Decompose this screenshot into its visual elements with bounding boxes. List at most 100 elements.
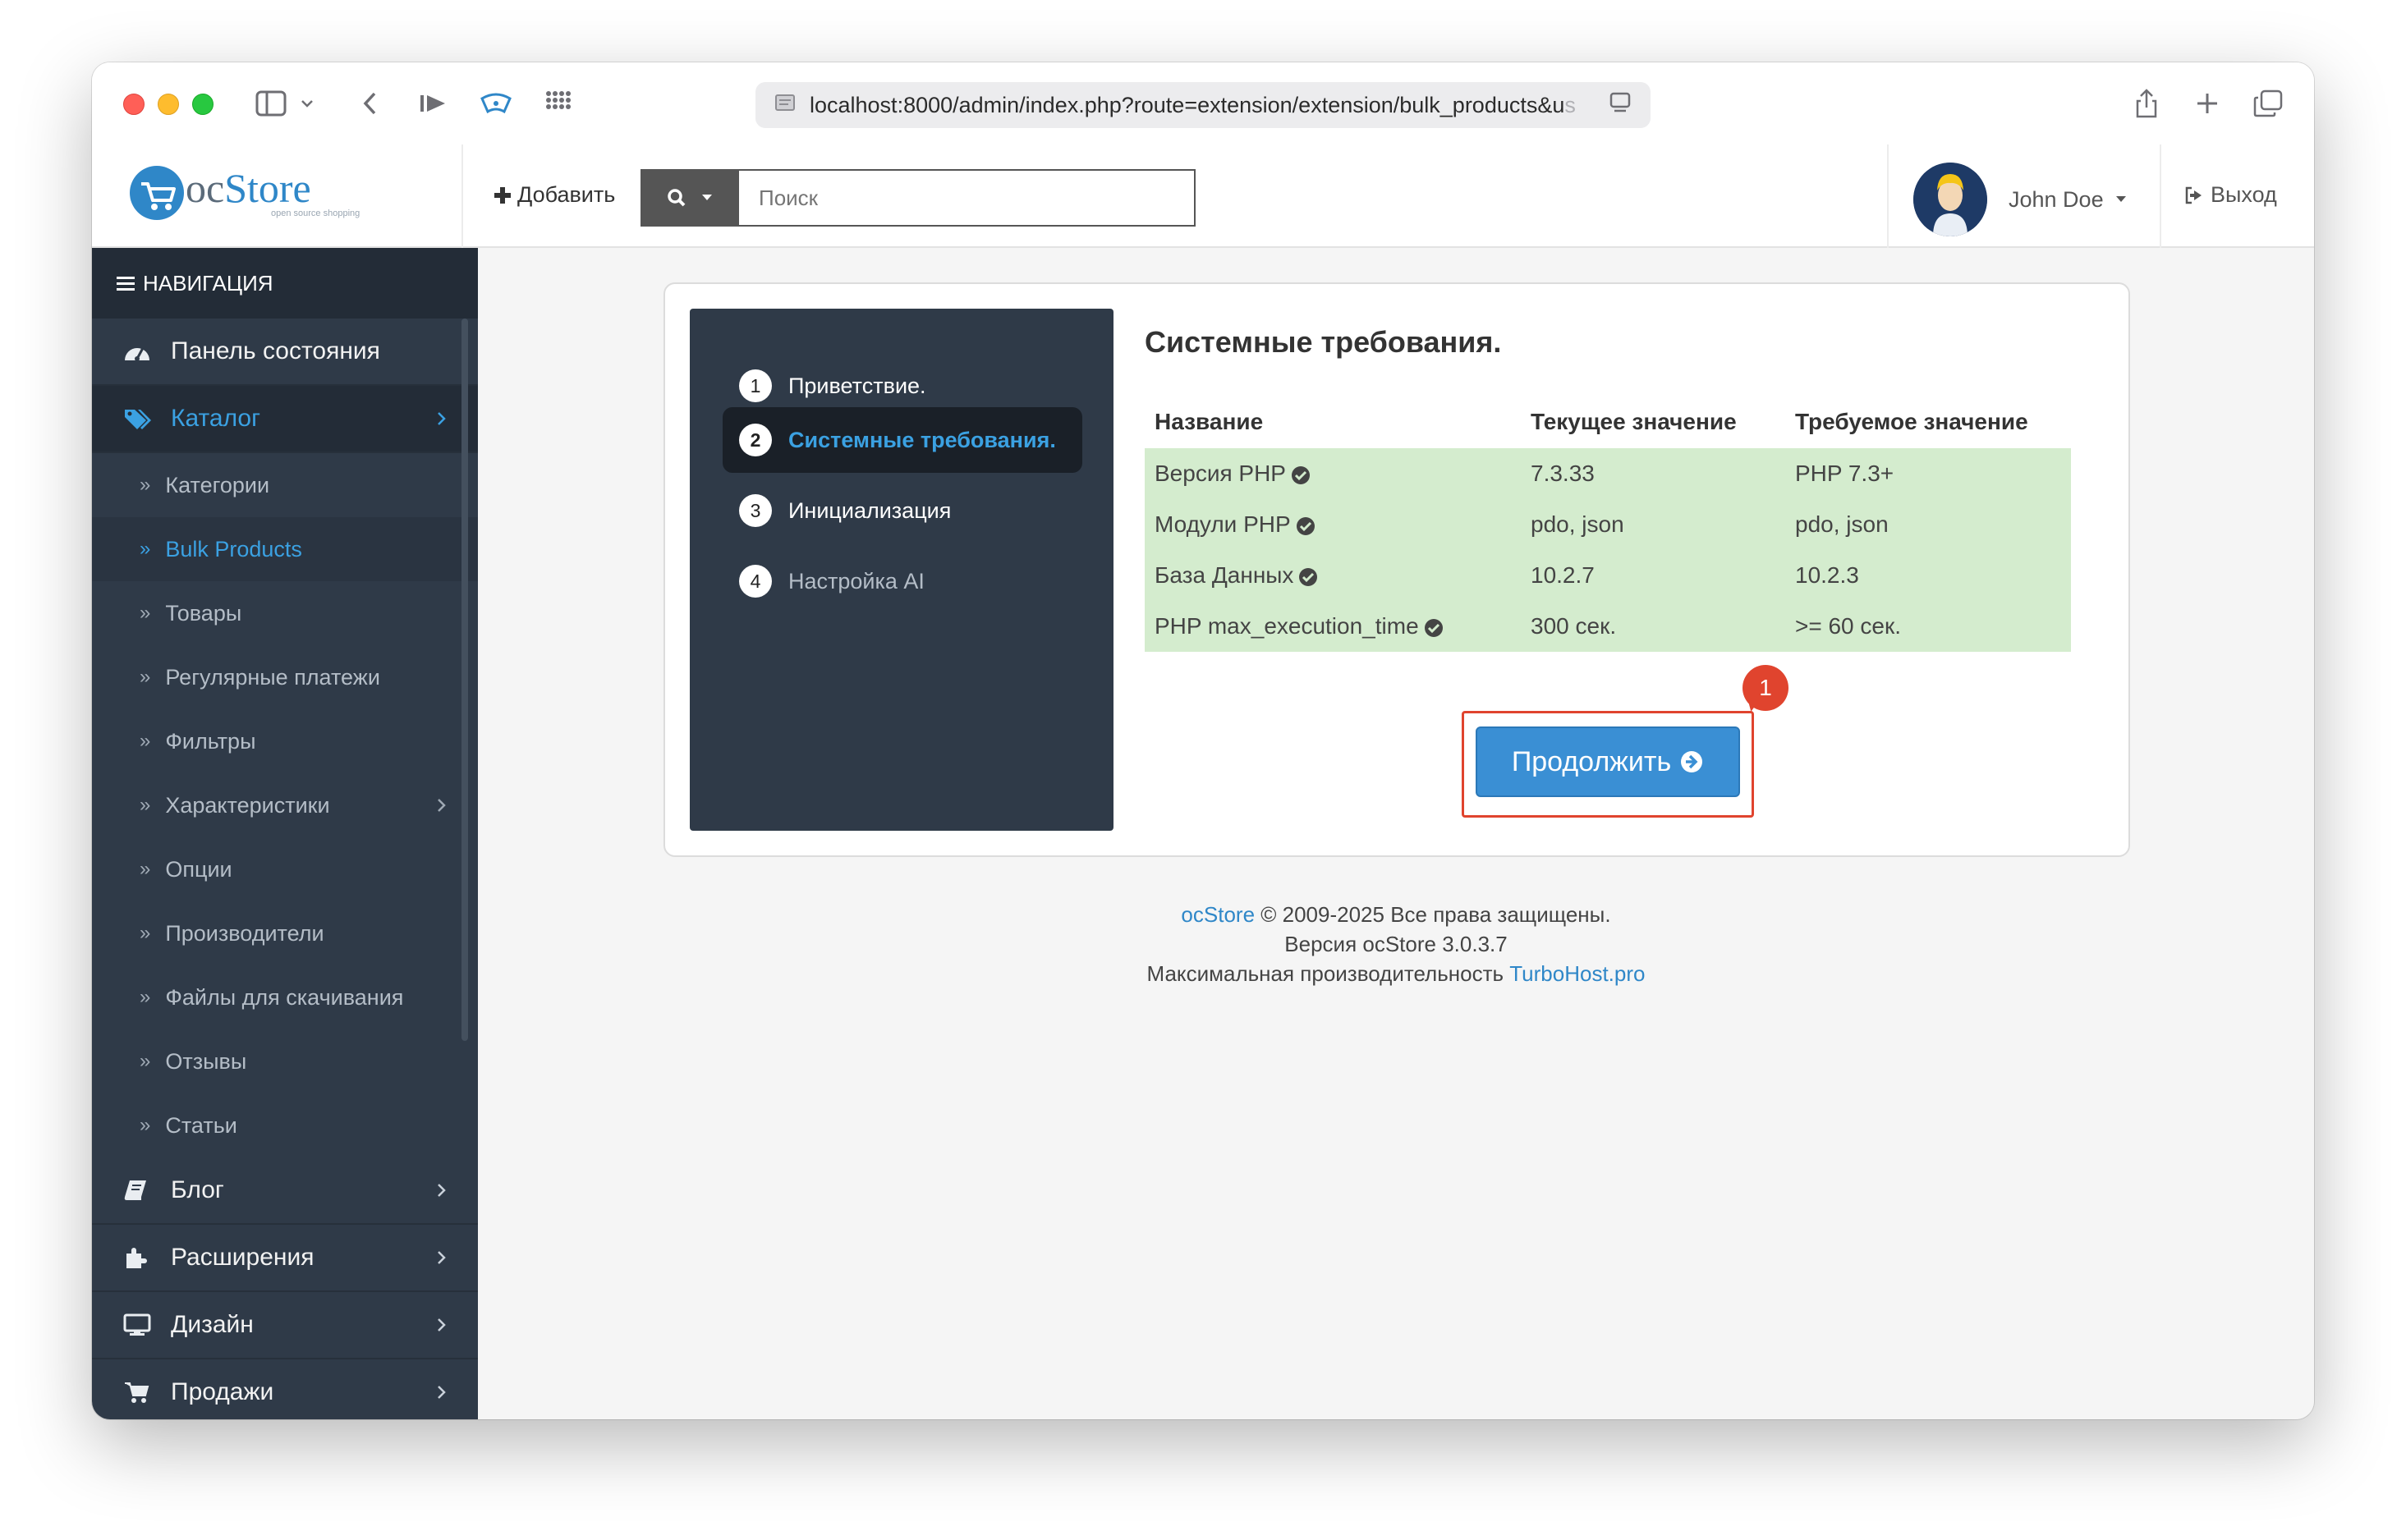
current-value: 10.2.7: [1521, 550, 1785, 601]
sidebar-subitem-label: Товары: [165, 600, 242, 626]
minimize-window-button[interactable]: [158, 94, 179, 115]
forward-step-icon[interactable]: [417, 87, 450, 120]
search-group: [641, 169, 1196, 227]
search-type-button[interactable]: [641, 169, 739, 227]
chevron-down-icon[interactable]: [297, 87, 317, 120]
angle-double-right-icon: »: [140, 858, 151, 880]
step-number: 2: [739, 424, 772, 456]
step-number: 4: [739, 565, 772, 598]
user-menu[interactable]: John Doe: [1913, 163, 2127, 236]
puzzle-icon: [123, 1245, 159, 1270]
sidebar-scrollbar[interactable]: [461, 319, 468, 1041]
step-system-requirements[interactable]: 2 Системные требования.: [723, 407, 1082, 473]
current-value: pdo, json: [1521, 499, 1785, 550]
sidebar-subitem-manufacturers[interactable]: » Производители: [92, 901, 478, 965]
sidebar-toggle-icon[interactable]: [253, 87, 289, 120]
sidebar-subitem-products[interactable]: » Товары: [92, 581, 478, 645]
requirement-name: Версия PHP: [1145, 448, 1521, 499]
address-bar[interactable]: localhost:8000/admin/index.php?route=ext…: [755, 82, 1651, 128]
sidebar: НАВИГАЦИЯ Панель состояния Каталог » Кат…: [92, 248, 478, 1419]
navigation-title[interactable]: НАВИГАЦИЯ: [92, 248, 478, 319]
sidebar-subitem-label: Характеристики: [165, 792, 330, 818]
table-row: Версия PHP 7.3.33 PHP 7.3+: [1145, 448, 2071, 499]
continue-highlight: Продолжить: [1462, 711, 1754, 818]
header-divider: [1887, 144, 1889, 248]
ocstore-link[interactable]: ocStore: [1181, 902, 1255, 927]
step-initialization[interactable]: 3 Инициализация: [723, 478, 1082, 543]
footer-copyright: ocStore © 2009-2025 Все права защищены.: [1181, 902, 1611, 927]
book-icon: [123, 1179, 159, 1202]
continue-button[interactable]: Продолжить: [1476, 726, 1740, 797]
new-tab-icon[interactable]: [2191, 87, 2224, 120]
check-circle-icon: [1291, 465, 1311, 485]
add-button-label: Добавить: [517, 182, 616, 207]
chevron-right-icon: [438, 799, 446, 812]
step-number: 1: [739, 369, 772, 402]
chevron-right-icon: [438, 412, 446, 425]
sidebar-subitem-label: Статьи: [165, 1112, 237, 1138]
dashboard-icon: [123, 341, 159, 362]
url-text: localhost:8000/admin/index.php?route=ext…: [810, 92, 1576, 117]
main-content: 1 Приветствие. 2 Системные требования. 3…: [478, 248, 2314, 1419]
angle-double-right-icon: »: [140, 922, 151, 944]
sidebar-subitem-categories[interactable]: » Категории: [92, 453, 478, 517]
angle-double-right-icon: »: [140, 1114, 151, 1136]
sidebar-subitem-recurring[interactable]: » Регулярные платежи: [92, 645, 478, 709]
requirements-table: Название Текущее значение Требуемое знач…: [1145, 396, 2071, 652]
browser-toolbar: localhost:8000/admin/index.php?route=ext…: [92, 62, 2314, 144]
grid-icon[interactable]: [542, 87, 575, 120]
turbohost-link[interactable]: TurboHost.pro: [1509, 961, 1645, 986]
sidebar-subitem-label: Опции: [165, 856, 232, 882]
caret-down-icon: [702, 195, 712, 200]
table-row: Модули PHP pdo, json pdo, json: [1145, 499, 2071, 550]
step-label: Системные требования.: [788, 427, 1056, 452]
bars-icon: [117, 277, 135, 291]
user-name: John Doe: [2009, 187, 2127, 213]
step-label: Приветствие.: [788, 373, 926, 398]
sidebar-subitem-bulk-products[interactable]: » Bulk Products: [92, 517, 478, 581]
search-input[interactable]: [739, 169, 1196, 227]
back-icon[interactable]: [358, 87, 381, 120]
footer-version: Версия ocStore 3.0.3.7: [1284, 932, 1508, 956]
chevron-right-icon: [438, 1318, 446, 1331]
sidebar-subitem-reviews[interactable]: » Отзывы: [92, 1029, 478, 1093]
cart-logo-icon: [130, 166, 184, 220]
sidebar-item-design[interactable]: Дизайн: [92, 1292, 478, 1359]
sidebar-item-extensions[interactable]: Расширения: [92, 1225, 478, 1292]
step-label: Настройка AI: [788, 568, 925, 594]
sidebar-subitem-attributes[interactable]: » Характеристики: [92, 773, 478, 837]
tabs-overview-icon[interactable]: [2250, 87, 2286, 120]
sidebar-subitem-label: Фильтры: [165, 728, 256, 754]
extension-icon[interactable]: [478, 87, 514, 120]
page-title: Системные требования.: [1145, 325, 1502, 359]
sidebar-item-label: Каталог: [171, 405, 261, 432]
angle-double-right-icon: »: [140, 1050, 151, 1072]
required-value: 10.2.3: [1785, 550, 2071, 601]
angle-double-right-icon: »: [140, 730, 151, 752]
sidebar-subitem-filters[interactable]: » Фильтры: [92, 709, 478, 773]
annotation-badge: 1: [1743, 665, 1788, 711]
sidebar-subitem-label: Отзывы: [165, 1048, 247, 1074]
logout-button[interactable]: Выход: [2184, 182, 2277, 208]
sidebar-subitem-options[interactable]: » Опции: [92, 837, 478, 901]
sidebar-item-catalog[interactable]: Каталог: [92, 386, 478, 453]
sidebar-subitem-articles[interactable]: » Статьи: [92, 1093, 478, 1157]
close-window-button[interactable]: [123, 94, 145, 115]
add-button[interactable]: Добавить: [493, 182, 615, 208]
angle-double-right-icon: »: [140, 474, 151, 496]
sidebar-item-sales[interactable]: Продажи: [92, 1359, 478, 1419]
sidebar-subitem-downloads[interactable]: » Файлы для скачивания: [92, 965, 478, 1029]
sidebar-item-dashboard[interactable]: Панель состояния: [92, 319, 478, 386]
header-divider: [2160, 144, 2161, 248]
zoom-window-button[interactable]: [192, 94, 214, 115]
column-header: Требуемое значение: [1795, 409, 2028, 434]
sidebar-subitem-label: Файлы для скачивания: [165, 984, 404, 1010]
reader-icon[interactable]: [1608, 91, 1632, 120]
sidebar-item-blog[interactable]: Блог: [92, 1157, 478, 1225]
ocstore-logo[interactable]: ocStore open source shopping: [128, 161, 391, 227]
required-value: pdo, json: [1785, 499, 2071, 550]
requirement-name: PHP max_execution_time: [1145, 601, 1521, 652]
share-icon[interactable]: [2130, 87, 2163, 120]
browser-window: localhost:8000/admin/index.php?route=ext…: [92, 62, 2314, 1419]
step-ai-settings[interactable]: 4 Настройка AI: [723, 548, 1082, 614]
